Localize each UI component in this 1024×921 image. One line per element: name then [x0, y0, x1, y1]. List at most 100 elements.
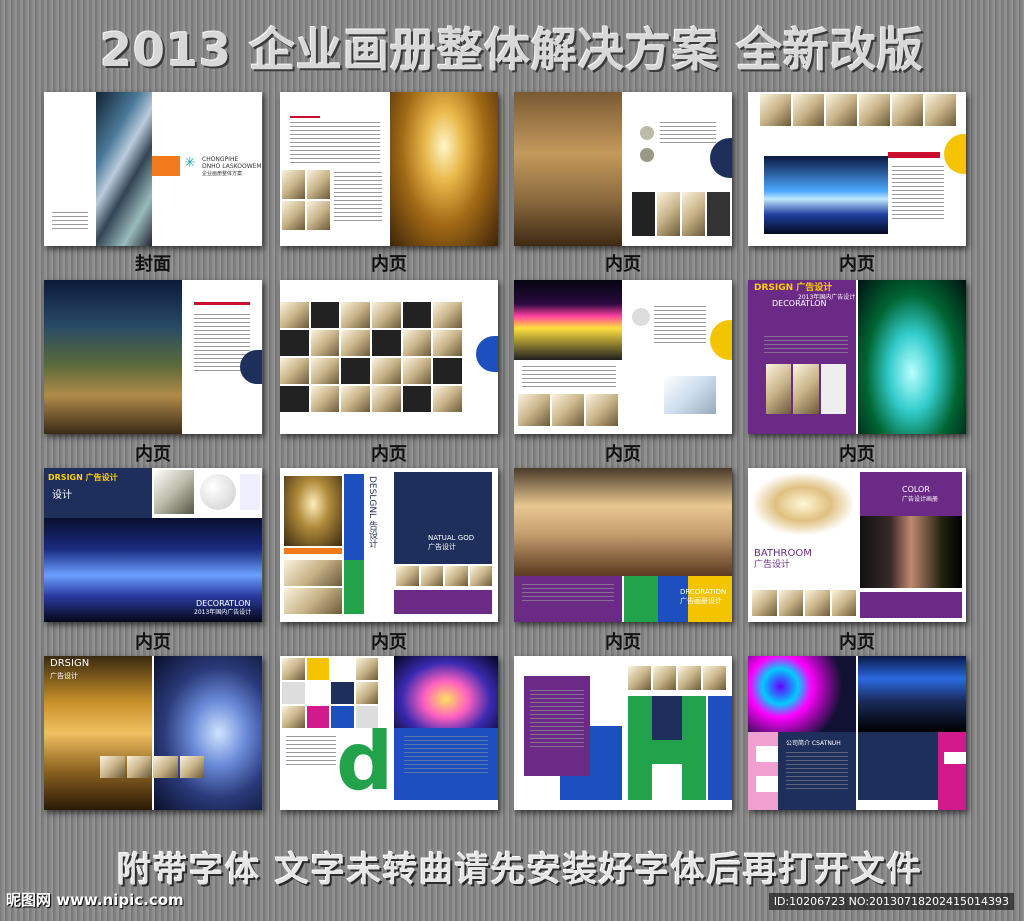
- product-strip: [632, 192, 730, 236]
- body-text: [522, 366, 616, 388]
- green-block: [624, 576, 658, 622]
- yellow-half-circle: [710, 320, 732, 360]
- glowing-balls-image: [748, 656, 856, 732]
- red-rule: [194, 302, 250, 305]
- body-text: [660, 122, 716, 146]
- spiral-building-image: [154, 656, 262, 810]
- s12-title3: BATHROOM: [754, 548, 812, 559]
- label-inner-12: 内页: [839, 632, 875, 653]
- cover-text: [52, 212, 88, 230]
- label-inner-6: 内页: [371, 444, 407, 465]
- ktv-room-image: [858, 656, 966, 732]
- spread-inner-13: DRSIGN 广告设计: [44, 656, 262, 810]
- label-inner-9: 内页: [135, 632, 171, 653]
- garden-night-image: [44, 280, 182, 434]
- body-text: [786, 752, 848, 792]
- crystal-fountain-image: [858, 280, 966, 434]
- spread-inner-9: DRSIGN 广告设计 设计 DECORATLON 2013年国内广告设计: [44, 468, 262, 622]
- chandelier-grid: [280, 302, 462, 412]
- body-text: [530, 690, 584, 750]
- purple-bar: [394, 590, 492, 614]
- s9-title4: 2013年国内广告设计: [194, 609, 252, 616]
- page-title: 2013 企业画册整体解决方案 全新改版: [99, 23, 925, 77]
- s16-title: 公司简介 CSATNUH: [786, 740, 841, 747]
- spread-inner-16: 公司简介 CSATNUH: [748, 656, 966, 810]
- body-text-2: [404, 736, 488, 776]
- label-inner-11: 内页: [605, 632, 641, 653]
- couple-image: [860, 516, 962, 588]
- thumb-row: [628, 666, 726, 690]
- spread-inner-3: [514, 92, 732, 246]
- lamp-grid: [518, 394, 618, 426]
- body-text: [290, 122, 380, 166]
- glass-building-image: [96, 92, 152, 246]
- blue-vertical-bar: [344, 474, 364, 560]
- navy-panel-right: [858, 732, 938, 800]
- crystal-thumb: [154, 470, 194, 514]
- crystal-lamp-image: [664, 376, 716, 414]
- purple-panel: [860, 472, 962, 516]
- spread-inner-15: [514, 656, 732, 810]
- lamp-box: [240, 474, 260, 510]
- thumb-row: [766, 364, 846, 414]
- chandelier-photo: [284, 476, 342, 546]
- green-H-right: [682, 696, 706, 800]
- s13-title1: DRSIGN: [50, 658, 90, 669]
- blue-L-foot: [560, 776, 622, 800]
- s9-title2: 设计: [52, 490, 72, 501]
- white-globe: [200, 474, 236, 510]
- yellow-half-circle: [944, 134, 966, 174]
- pink-block: [748, 732, 778, 810]
- lamp-thumb-1: [640, 126, 654, 140]
- white-gap-2: [756, 776, 778, 792]
- body-text: [892, 166, 944, 222]
- hotel-room-image: [514, 468, 732, 576]
- label-inner-5: 内页: [135, 444, 171, 465]
- thumb-row: [396, 566, 492, 586]
- spread-inner-12: BATHROOM 广告设计 COLOR 广告设计画册: [748, 468, 966, 622]
- spread-inner-6: [280, 280, 498, 434]
- blue-half-circle: [476, 336, 498, 372]
- label-cover: 封面: [135, 254, 171, 275]
- s10-title1: NATUAL GOD: [428, 534, 475, 542]
- fountain-night-image: [394, 656, 498, 728]
- label-inner-3: 内页: [605, 254, 641, 275]
- watermark-right: ID:10206723 NO:20130718202415014393: [768, 893, 1014, 910]
- living-room-image: [514, 92, 622, 246]
- s12-title2: 广告设计画册: [902, 496, 939, 503]
- ceiling-lamp-image: [754, 474, 852, 534]
- thumb-row: [752, 590, 856, 616]
- top-thumbs: [760, 94, 956, 126]
- navy-half-circle: [240, 350, 262, 384]
- label-inner-4: 内页: [839, 254, 875, 275]
- label-inner-2: 内页: [371, 254, 407, 275]
- spread-inner-5: [44, 280, 262, 434]
- spread-inner-4: [748, 92, 966, 246]
- label-inner-7: 内页: [605, 444, 641, 465]
- green-vertical-bar: [344, 560, 364, 614]
- s10-vertical-title: DESLGNL 告设计: [367, 476, 377, 548]
- lamp-strip: [284, 560, 342, 614]
- body-text-2: [654, 306, 706, 346]
- orange-band: [152, 156, 180, 176]
- s9-title3: DECORATLON: [196, 599, 251, 608]
- magenta-F: [938, 732, 966, 810]
- body-text: [286, 736, 336, 766]
- label-inner-10: 内页: [371, 632, 407, 653]
- s12-title1: COLOR: [902, 485, 930, 494]
- s10-title2: 广告设计: [428, 543, 456, 551]
- red-bar: [888, 152, 940, 158]
- footer-note: 附带字体 文字未转曲请先安装好字体后再打开文件: [117, 850, 923, 890]
- thumb-grid: [282, 170, 330, 230]
- lamp-thumb-round: [632, 308, 650, 326]
- thumb-row: [100, 756, 204, 778]
- s8-title1: DRSIGN 广告设计: [754, 283, 833, 293]
- cover-brand-line3: 企业画册整体方案: [202, 171, 243, 177]
- s11-title1: DRCORATION: [680, 588, 727, 596]
- spread-inner-2: [280, 92, 498, 246]
- red-rule: [290, 116, 320, 118]
- body-text-2: [334, 172, 382, 222]
- s9-title1: DRSIGN 广告设计: [48, 473, 118, 482]
- purple-bar: [860, 592, 962, 618]
- spread-inner-11: DRCORATION 广告画册设计: [514, 468, 732, 622]
